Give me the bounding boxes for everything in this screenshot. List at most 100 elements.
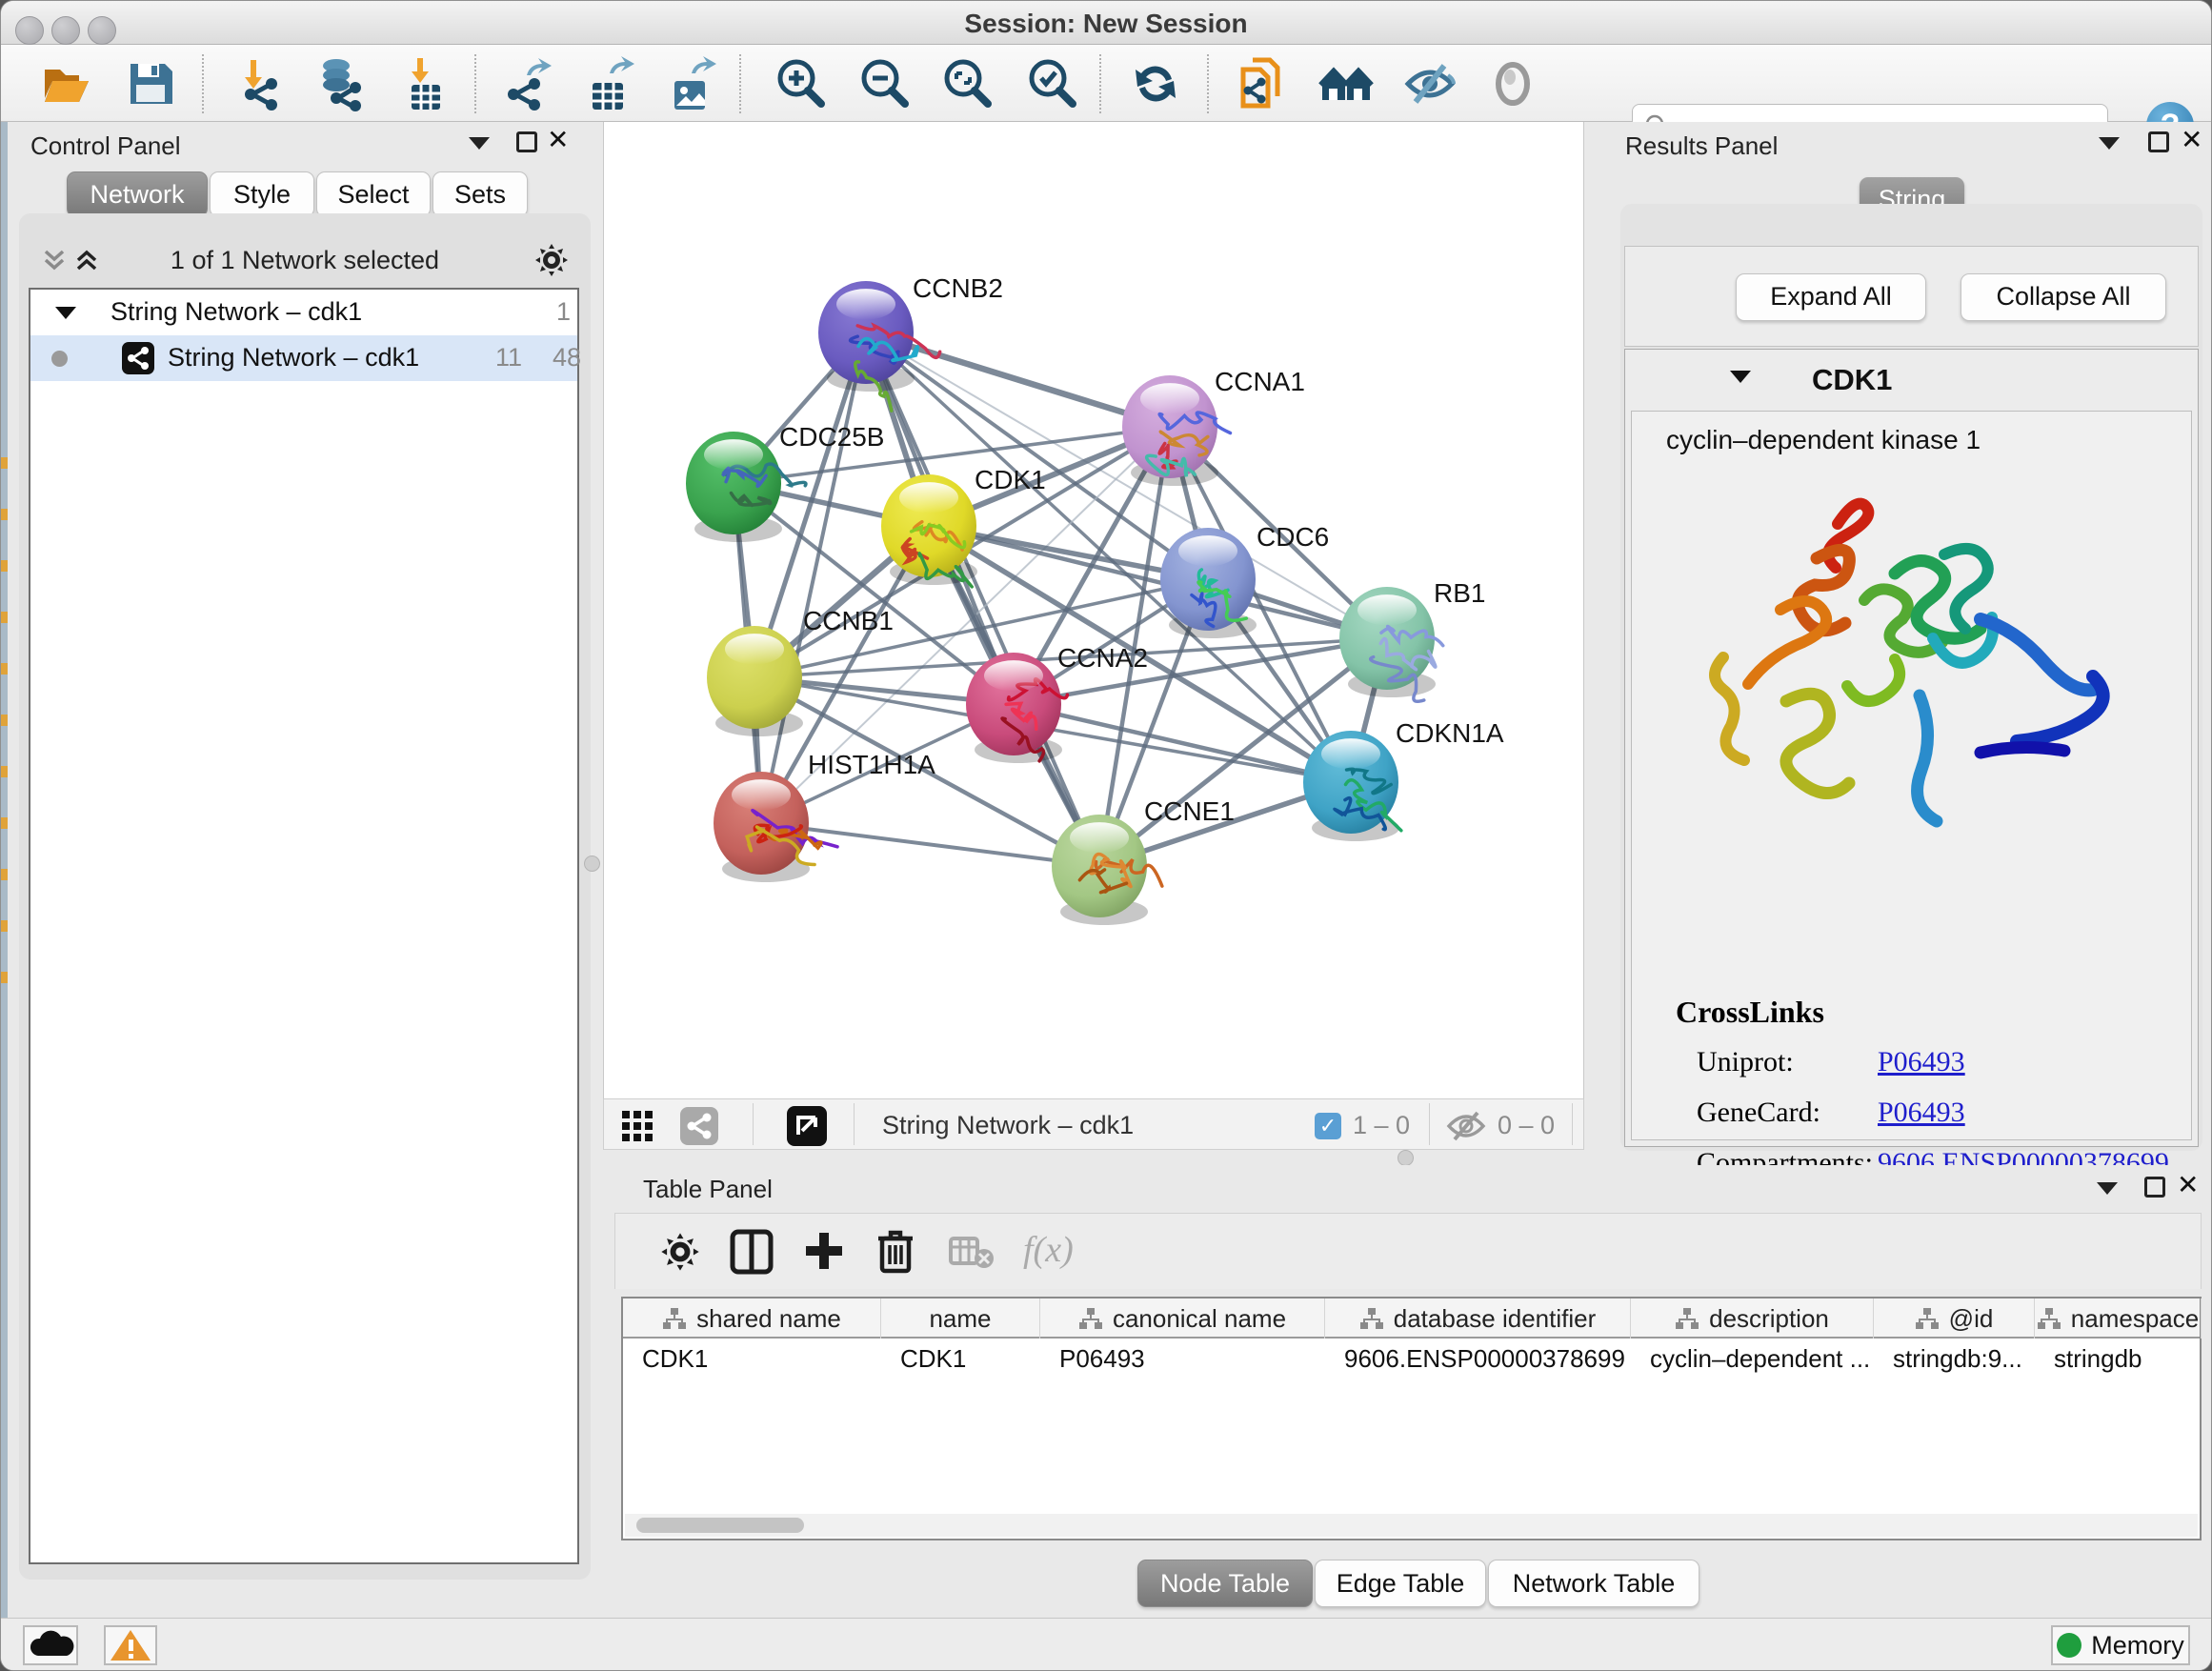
export-table-icon[interactable]: [581, 56, 636, 111]
table-panel-close-icon[interactable]: ✕: [2177, 1175, 2199, 1196]
crosslink-row: Uniprot:P06493: [1697, 1046, 2173, 1078]
open-file-icon[interactable]: [39, 56, 94, 111]
collapse-all-button[interactable]: Collapse All: [1961, 273, 2166, 321]
results-panel-close-icon[interactable]: ✕: [2181, 130, 2202, 151]
node-CCNA2[interactable]: [966, 653, 1067, 763]
network-collection-row[interactable]: String Network – cdk1 1: [30, 293, 577, 335]
show-all-icon[interactable]: [1485, 56, 1540, 111]
column-header-name[interactable]: name: [881, 1299, 1040, 1339]
hide-selected-icon[interactable]: [1402, 56, 1458, 111]
cell-shared-name[interactable]: CDK1: [623, 1339, 881, 1382]
column-header--id[interactable]: @id: [1874, 1299, 2035, 1339]
toolbar-separator: [753, 1103, 754, 1145]
warnings-button[interactable]: [104, 1625, 157, 1665]
table-toolbar: f(x): [614, 1213, 2202, 1289]
delete-column-trash-icon[interactable]: [875, 1227, 916, 1275]
table-horizontal-scrollbar[interactable]: [625, 1514, 2198, 1537]
tab-node-table[interactable]: Node Table: [1137, 1560, 1313, 1607]
new-network-from-selection-icon[interactable]: [1234, 56, 1289, 111]
tab-sets[interactable]: Sets: [432, 171, 528, 217]
network-node-count: 11: [495, 343, 522, 372]
first-neighbors-icon[interactable]: [1318, 56, 1374, 111]
import-table-icon[interactable]: [398, 56, 453, 111]
string-buttons-row: Expand All Collapse All: [1624, 246, 2199, 347]
gear-icon[interactable]: [533, 242, 570, 278]
node-label-CCNA1: CCNA1: [1215, 367, 1305, 397]
tab-edge-table[interactable]: Edge Table: [1315, 1560, 1486, 1607]
table-row[interactable]: CDK1CDK1P064939606.ENSP00000378699cyclin…: [623, 1339, 2200, 1382]
zoom-out-icon[interactable]: [856, 56, 912, 111]
zoom-selected-icon[interactable]: [1024, 56, 1079, 111]
table-panel-float-icon[interactable]: [2144, 1177, 2165, 1198]
tab-network[interactable]: Network: [67, 171, 208, 217]
node-HIST1H1A[interactable]: [714, 772, 837, 882]
network-row-selected[interactable]: String Network – cdk1 11 48: [30, 335, 577, 381]
birds-eye-view-icon[interactable]: [787, 1106, 827, 1146]
cell-database-identifier[interactable]: 9606.ENSP00000378699: [1325, 1339, 1631, 1382]
zoom-in-icon[interactable]: [773, 56, 828, 111]
node-CCNB1[interactable]: [707, 626, 803, 736]
import-network-icon[interactable]: [231, 56, 287, 111]
collection-expand-icon[interactable]: [55, 307, 76, 319]
hidden-count: 0 – 0: [1498, 1111, 1555, 1140]
node-label-CCNB2: CCNB2: [913, 273, 1003, 304]
show-columns-icon[interactable]: [730, 1229, 774, 1275]
node-label-CCNE1: CCNE1: [1144, 796, 1235, 827]
horizontal-splitter-handle[interactable]: [1398, 1150, 1414, 1166]
results-panel-menu-icon[interactable]: [2099, 137, 2120, 150]
column-header-description[interactable]: description: [1631, 1299, 1874, 1339]
column-header-canonical-name[interactable]: canonical name: [1040, 1299, 1325, 1339]
grid-mode-icon[interactable]: [621, 1110, 654, 1142]
gene-section-header[interactable]: CDK1: [1625, 350, 2198, 409]
control-panel-close-icon[interactable]: ✕: [547, 130, 569, 151]
cell--id[interactable]: stringdb:9...: [1874, 1339, 2035, 1382]
export-network-icon[interactable]: [498, 56, 553, 111]
cell-name[interactable]: CDK1: [881, 1339, 1040, 1382]
memory-status-dot: [2057, 1633, 2081, 1658]
table-options-gear-icon[interactable]: [659, 1231, 701, 1273]
cloud-status-button[interactable]: [23, 1625, 78, 1665]
column-header-namespace[interactable]: namespace: [2035, 1299, 2202, 1339]
apply-layout-icon[interactable]: [1128, 56, 1183, 111]
tab-style[interactable]: Style: [210, 171, 314, 217]
tab-select[interactable]: Select: [316, 171, 431, 217]
node-RB1[interactable]: [1339, 587, 1443, 701]
gene-collapse-icon[interactable]: [1730, 371, 1751, 383]
crosslink-uniprot-link[interactable]: P06493: [1878, 1046, 1965, 1078]
column-header-shared-name[interactable]: shared name: [623, 1299, 881, 1339]
zoom-fit-icon[interactable]: [939, 56, 995, 111]
node-CDC6[interactable]: [1160, 528, 1257, 638]
toolbar-separator: [1099, 54, 1101, 113]
control-panel-menu-icon[interactable]: [469, 137, 490, 150]
export-image-icon[interactable]: [663, 56, 718, 111]
cell-description[interactable]: cyclin–dependent ...: [1631, 1339, 1874, 1382]
node-CDK1[interactable]: [881, 474, 977, 587]
node-table: shared namenamecanonical namedatabase id…: [621, 1297, 2202, 1540]
network-edge-count: 48: [553, 343, 581, 372]
memory-button[interactable]: Memory: [2051, 1625, 2190, 1665]
main-toolbar: ?: [1, 45, 2211, 122]
crosslink-genecard-link[interactable]: P06493: [1878, 1097, 1965, 1129]
left-splitter-handle[interactable]: [584, 856, 600, 872]
import-network-from-database-icon[interactable]: [312, 56, 367, 111]
save-session-icon[interactable]: [123, 56, 178, 111]
cell-namespace[interactable]: stringdb: [2035, 1339, 2202, 1382]
table-panel-menu-icon[interactable]: [2097, 1182, 2118, 1195]
create-column-plus-icon[interactable]: [802, 1229, 846, 1273]
view-mode-share-icon[interactable]: [680, 1107, 718, 1145]
node-CDKN1A[interactable]: [1303, 731, 1401, 841]
scrollbar-thumb[interactable]: [636, 1518, 804, 1533]
selected-nodes-checkbox[interactable]: ✓: [1315, 1113, 1341, 1139]
window-title: Session: New Session: [1, 9, 2211, 39]
tab-network-table[interactable]: Network Table: [1488, 1560, 1699, 1607]
network-view-canvas[interactable]: CCNB2CCNA1CDC25BCDK1CDC6RB1CCNB1CCNA2CDK…: [603, 122, 1584, 1098]
results-panel-float-icon[interactable]: [2148, 131, 2169, 152]
crosslinks-title: CrossLinks: [1676, 995, 2171, 1030]
column-header-database-identifier[interactable]: database identifier: [1325, 1299, 1631, 1339]
control-panel-float-icon[interactable]: [516, 131, 537, 152]
expand-all-button[interactable]: Expand All: [1736, 273, 1926, 321]
gene-description: cyclin–dependent kinase 1: [1666, 425, 1981, 455]
cell-canonical-name[interactable]: P06493: [1040, 1339, 1325, 1382]
column-type-icon: [2037, 1307, 2061, 1330]
network-graph[interactable]: [604, 122, 1585, 1098]
